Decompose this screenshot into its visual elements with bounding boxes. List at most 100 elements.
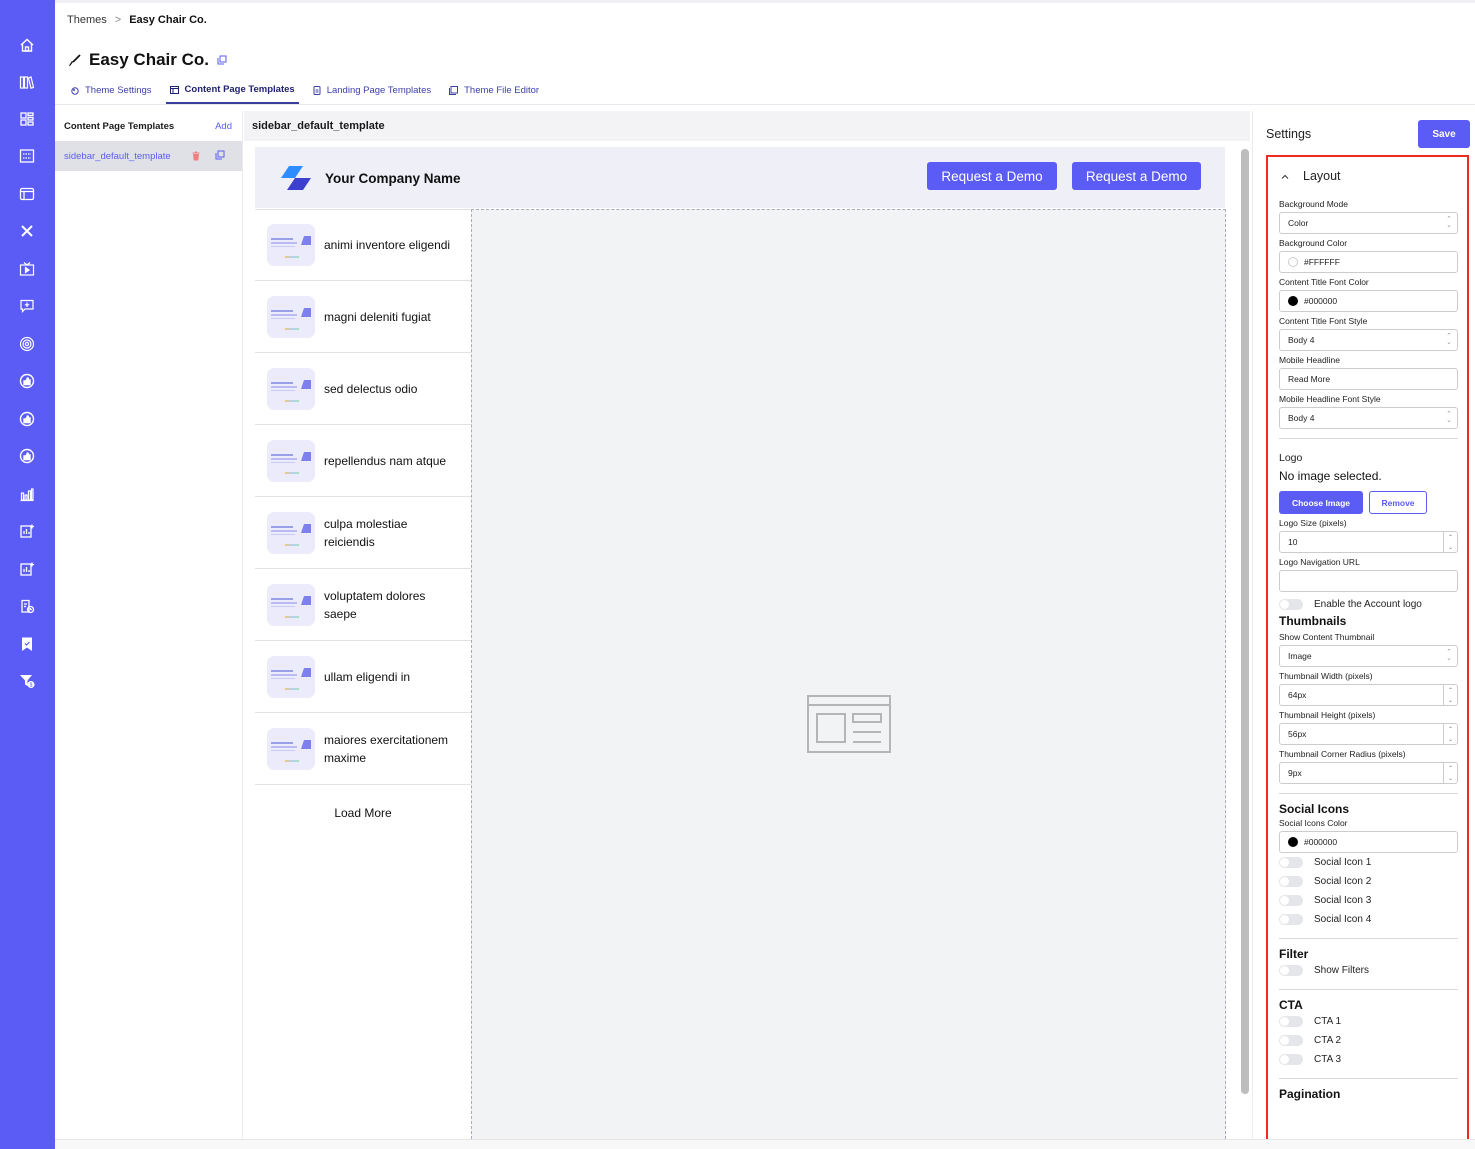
toggle-switch[interactable] [1279,895,1303,906]
nav-chat[interactable] [17,296,37,316]
choose-image-button[interactable]: Choose Image [1279,491,1363,514]
toggle-switch[interactable] [1279,1054,1303,1065]
trash-icon[interactable] [191,151,201,161]
social-icons-heading: Social Icons [1279,802,1350,816]
select-arrows-icon: ⌃ ⌄ [1446,216,1452,229]
content-thumbnail [267,728,315,770]
add-template-button[interactable]: Add [215,121,232,132]
nav-video[interactable] [17,259,37,279]
save-button[interactable]: Save [1418,120,1470,148]
color-swatch[interactable] [1288,296,1298,306]
cta-button-request-demo-2[interactable]: Request a Demo [1072,162,1201,190]
nav-dashboard[interactable] [17,109,37,129]
list-item[interactable]: voluptatem dolores saepe [255,569,471,641]
list-item[interactable]: animi inventore eligendi [255,209,471,281]
nav-library[interactable] [17,72,37,92]
nav-browser[interactable] [17,184,37,204]
number-stepper[interactable]: ⌃ ⌄ [1443,724,1457,744]
thumbnail-radius-input[interactable]: 9px ⌃ ⌄ [1279,762,1458,784]
nav-funnel[interactable]: $ [17,671,37,691]
social-icon-3-toggle[interactable]: Social Icon 3 [1279,891,1458,910]
mobile-headline-style-select[interactable]: Body 4 ⌃ ⌄ [1279,407,1458,429]
number-stepper[interactable]: ⌃ ⌄ [1443,685,1457,705]
toggle-switch[interactable] [1279,914,1303,925]
logo-url-input[interactable] [1279,570,1458,592]
nav-reports-2[interactable] [17,559,37,579]
toggle-switch[interactable] [1279,876,1303,887]
nav-analytics[interactable] [17,484,37,504]
toggle-switch[interactable] [1279,1035,1303,1046]
cta-1-toggle[interactable]: CTA 1 [1279,1012,1458,1031]
nav-calendar-grid[interactable] [17,146,37,166]
tab-theme-settings[interactable]: Theme Settings [67,83,156,104]
selected-value: Color [1288,218,1309,228]
content-title: repellendus nam atque [324,454,447,468]
load-more-button[interactable]: Load More [255,785,471,841]
color-swatch[interactable] [1288,257,1298,267]
breadcrumb-separator: > [114,14,122,26]
thumbnail-width-input[interactable]: 64px ⌃ ⌄ [1279,684,1458,706]
social-icon-1-toggle[interactable]: Social Icon 1 [1279,853,1458,872]
nav-bookmarks[interactable] [17,634,37,654]
toggle-switch[interactable] [1279,599,1303,610]
breadcrumb-themes-link[interactable]: Themes [67,14,107,26]
content-thumbnail [267,296,315,338]
mobile-headline-input[interactable]: Read More [1279,368,1458,390]
account-logo-toggle[interactable]: Enable the Account logo [1279,595,1458,614]
scrollbar-thumb[interactable] [1241,149,1249,1094]
nav-tasks[interactable] [17,596,37,616]
copy-icon[interactable] [217,55,227,65]
show-thumbnail-select[interactable]: Image ⌃ ⌄ [1279,645,1458,667]
show-filters-toggle[interactable]: Show Filters [1279,961,1458,980]
list-item[interactable]: sed delectus odio [255,353,471,425]
list-item[interactable]: maiores exercitationem maxime [255,713,471,785]
logo-size-input[interactable]: 10 ⌃ ⌄ [1279,531,1458,553]
nav-target[interactable] [17,334,37,354]
tab-theme-file-editor[interactable]: Theme File Editor [445,83,543,104]
template-list-item[interactable]: sidebar_default_template [55,141,242,171]
social-color-input[interactable]: #000000 [1279,831,1458,853]
nav-reports-1[interactable] [17,521,37,541]
list-item[interactable]: magni deleniti fugiat [255,281,471,353]
list-item[interactable]: culpa molestiae reiciendis [255,497,471,569]
cta-button-request-demo-1[interactable]: Request a Demo [927,162,1057,190]
logo-button-row: Choose Image Remove [1279,491,1458,514]
list-item[interactable]: repellendus nam atque [255,425,471,497]
cta-3-toggle[interactable]: CTA 3 [1279,1050,1458,1069]
layout-accordion-toggle[interactable]: Layout [1279,157,1458,195]
nav-home[interactable] [17,35,37,55]
title-font-style-select[interactable]: Body 4 ⌃ ⌄ [1279,329,1458,351]
thumbnail-width-label: Thumbnail Width (pixels) [1279,671,1373,681]
editor-heading: sidebar_default_template [244,111,1250,141]
page-title: Easy Chair Co. [89,50,209,69]
editor-scrollbar[interactable] [1241,149,1249,1094]
duplicate-icon[interactable] [215,150,225,160]
title-font-color-input[interactable]: #000000 [1279,290,1458,312]
nav-engagement-1[interactable] [17,371,37,391]
color-swatch[interactable] [1288,837,1298,847]
list-item[interactable]: ullam eligendi in [255,641,471,713]
nav-engagement-2[interactable] [17,409,37,429]
breadcrumb: Themes > Easy Chair Co. [67,14,207,26]
toggle-switch[interactable] [1279,965,1303,976]
breadcrumb-current: Easy Chair Co. [129,14,207,26]
background-color-input[interactable]: #FFFFFF [1279,251,1458,273]
nav-engagement-3[interactable] [17,446,37,466]
preview-logo[interactable]: Your Company Name [279,164,461,192]
toggle-switch[interactable] [1279,857,1303,868]
tab-landing-page-templates[interactable]: Landing Page Templates [309,83,435,104]
number-stepper[interactable]: ⌃ ⌄ [1443,763,1457,783]
content-thumbnail [267,368,315,410]
nav-tools[interactable] [17,221,37,241]
social-icon-2-toggle[interactable]: Social Icon 2 [1279,872,1458,891]
bar-chart-icon [20,488,34,502]
toggle-switch[interactable] [1279,1016,1303,1027]
social-icon-4-toggle[interactable]: Social Icon 4 [1279,910,1458,929]
remove-image-button[interactable]: Remove [1369,491,1427,514]
tab-content-page-templates[interactable]: Content Page Templates [165,83,299,104]
background-mode-select[interactable]: Color ⌃ ⌄ [1279,212,1458,234]
template-list-heading: Content Page Templates [64,120,175,132]
thumbnail-height-input[interactable]: 56px ⌃ ⌄ [1279,723,1458,745]
number-stepper[interactable]: ⌃ ⌄ [1443,532,1457,552]
cta-2-toggle[interactable]: CTA 2 [1279,1031,1458,1050]
